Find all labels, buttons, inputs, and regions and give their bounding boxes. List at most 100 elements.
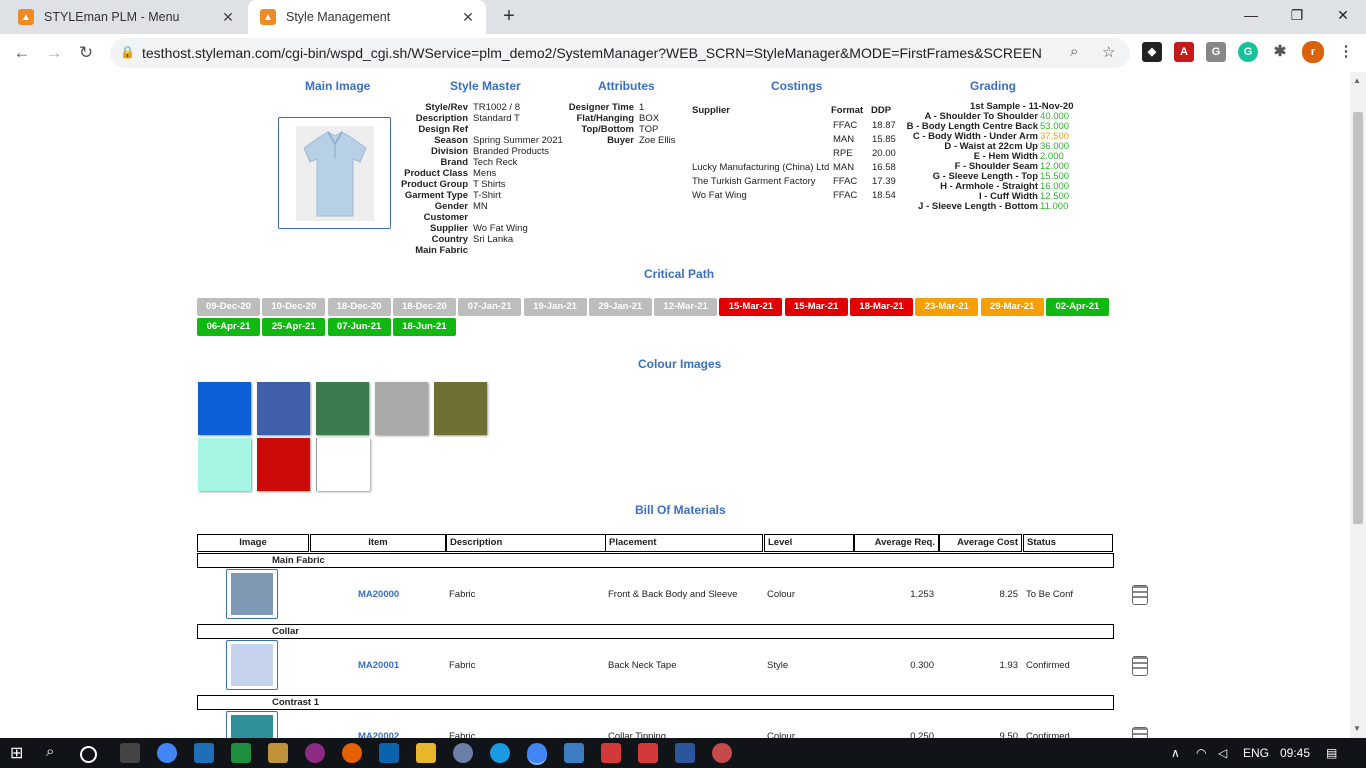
- vivaldi-icon-2[interactable]: [638, 743, 658, 763]
- file-explorer-icon[interactable]: [416, 743, 436, 763]
- new-tab-button[interactable]: +: [498, 5, 520, 27]
- costing-format-link[interactable]: RPE: [833, 148, 853, 159]
- bom-item-link[interactable]: MA20001: [358, 660, 399, 671]
- style-master-value: Mens: [473, 168, 497, 179]
- bom-item-link[interactable]: MA20000: [358, 589, 399, 600]
- chrome-icon[interactable]: [157, 743, 177, 763]
- close-tab-icon[interactable]: ✕: [218, 9, 238, 26]
- word-icon[interactable]: [675, 743, 695, 763]
- outlook-icon[interactable]: [379, 743, 399, 763]
- bom-item-thumbnail[interactable]: [226, 640, 278, 690]
- bom-details-icon[interactable]: [1132, 585, 1148, 605]
- critical-path-milestone[interactable]: 15-Mar-21: [784, 298, 848, 316]
- address-bar[interactable]: 🔒 testhost.styleman.com/cgi-bin/wspd_cgi…: [110, 38, 1130, 68]
- page-scrollbar[interactable]: ▲ ▼: [1350, 72, 1366, 738]
- back-arrow-icon[interactable]: ←: [10, 42, 34, 64]
- app-icon-4[interactable]: [453, 743, 473, 763]
- costing-supplier: Lucky Manufacturing (China) Ltd: [692, 162, 830, 173]
- critical-path-milestone[interactable]: 10-Dec-20: [262, 298, 326, 316]
- vivaldi-icon[interactable]: [601, 743, 621, 763]
- critical-path-milestone[interactable]: 29-Mar-21: [980, 298, 1044, 316]
- critical-path-milestone[interactable]: 23-Mar-21: [915, 298, 979, 316]
- windows-start-icon[interactable]: ⊞: [10, 743, 30, 763]
- bookmark-star-icon[interactable]: ☆: [1102, 43, 1115, 61]
- colour-swatch[interactable]: [198, 382, 251, 435]
- critical-path-milestone[interactable]: 18-Jun-21: [392, 318, 456, 336]
- costing-format-link[interactable]: MAN: [833, 162, 854, 173]
- scrollbar-thumb[interactable]: [1353, 112, 1363, 524]
- bom-details-icon[interactable]: [1132, 656, 1148, 676]
- tray-chevron-icon[interactable]: ∧: [1171, 746, 1180, 760]
- colour-swatch[interactable]: [257, 382, 310, 435]
- extension-pdf-icon[interactable]: A: [1174, 42, 1194, 62]
- search-icon[interactable]: ⌕: [46, 743, 66, 763]
- bom-item-link[interactable]: MA20002: [358, 731, 399, 738]
- bom-item-thumbnail[interactable]: [226, 569, 278, 619]
- critical-path-milestone[interactable]: 09-Dec-20: [197, 298, 260, 316]
- firefox-icon[interactable]: [342, 743, 362, 763]
- colour-swatch[interactable]: [375, 382, 428, 435]
- costing-format-link[interactable]: FFAC: [833, 120, 857, 131]
- main-style-image[interactable]: [278, 117, 391, 229]
- close-window-button[interactable]: ✕: [1320, 0, 1366, 32]
- profile-avatar[interactable]: r: [1302, 41, 1324, 63]
- close-tab-icon[interactable]: ✕: [458, 9, 478, 26]
- colour-swatch[interactable]: [316, 438, 370, 491]
- cortana-icon[interactable]: [80, 746, 97, 763]
- colour-swatch[interactable]: [198, 438, 251, 491]
- extension-g-icon[interactable]: G: [1206, 42, 1226, 62]
- forward-arrow-icon[interactable]: →: [42, 42, 66, 64]
- critical-path-milestone[interactable]: 25-Apr-21: [262, 318, 326, 336]
- app-icon-2[interactable]: [268, 743, 288, 763]
- extension-cat-icon[interactable]: ◆: [1142, 42, 1162, 62]
- bom-item-thumbnail[interactable]: [226, 711, 278, 738]
- task-view-icon[interactable]: [120, 743, 140, 763]
- reload-icon[interactable]: ↻: [74, 42, 98, 64]
- app-icon-5[interactable]: [564, 743, 584, 763]
- costing-format-link[interactable]: FFAC: [833, 190, 857, 201]
- critical-path-milestone[interactable]: 19-Jan-21: [523, 298, 587, 316]
- critical-path-milestone[interactable]: 02-Apr-21: [1045, 298, 1109, 316]
- tab-style-management[interactable]: ▲ Style Management ✕: [248, 0, 486, 34]
- colour-swatch[interactable]: [257, 438, 310, 491]
- restore-button[interactable]: ❐: [1274, 0, 1320, 32]
- minimize-button[interactable]: —: [1228, 0, 1274, 32]
- wifi-icon[interactable]: ◠: [1196, 746, 1206, 760]
- style-master-label: Main Fabric: [415, 245, 468, 256]
- app-icon-3[interactable]: [305, 743, 325, 763]
- clock[interactable]: 09:45: [1280, 746, 1310, 760]
- critical-path-milestone[interactable]: 07-Jun-21: [327, 318, 391, 336]
- volume-icon[interactable]: ◁: [1218, 746, 1227, 760]
- critical-path-milestone[interactable]: 15-Mar-21: [719, 298, 783, 316]
- excel-icon[interactable]: [231, 743, 251, 763]
- browser-tab-strip: ▲ STYLEman PLM - Menu ✕ ▲ Style Manageme…: [0, 0, 1366, 34]
- colour-swatch[interactable]: [316, 382, 369, 435]
- zoom-icon[interactable]: ⌕: [1070, 43, 1078, 60]
- app-icon-6[interactable]: [712, 743, 732, 763]
- extension-grammarly-icon[interactable]: G: [1238, 42, 1258, 62]
- critical-path-milestone[interactable]: 18-Mar-21: [850, 298, 913, 316]
- tab-styleman-menu[interactable]: ▲ STYLEman PLM - Menu ✕: [0, 0, 246, 34]
- url-text[interactable]: testhost.styleman.com/cgi-bin/wspd_cgi.s…: [142, 45, 1042, 61]
- scroll-down-arrow-icon[interactable]: ▼: [1353, 724, 1361, 733]
- extensions-puzzle-icon[interactable]: ✱: [1270, 42, 1290, 62]
- notifications-icon[interactable]: ▤: [1326, 746, 1337, 760]
- costing-format-link[interactable]: FFAC: [833, 176, 857, 187]
- colour-swatch[interactable]: [434, 382, 487, 435]
- critical-path-milestone[interactable]: 18-Dec-20: [327, 298, 391, 316]
- chrome-active-icon[interactable]: [527, 743, 547, 765]
- style-master-label: Description: [415, 113, 468, 124]
- attribute-value: BOX: [639, 113, 660, 124]
- critical-path-milestone[interactable]: 29-Jan-21: [588, 298, 652, 316]
- language-indicator[interactable]: ENG: [1243, 746, 1269, 760]
- scroll-up-arrow-icon[interactable]: ▲: [1353, 76, 1361, 85]
- browser-menu-icon[interactable]: ⋮: [1336, 42, 1356, 62]
- bom-details-icon[interactable]: [1132, 727, 1148, 738]
- critical-path-milestone[interactable]: 07-Jan-21: [458, 298, 522, 316]
- costing-format-link[interactable]: MAN: [833, 134, 854, 145]
- critical-path-milestone[interactable]: 06-Apr-21: [197, 318, 260, 336]
- critical-path-milestone[interactable]: 18-Dec-20: [392, 298, 456, 316]
- critical-path-milestone[interactable]: 12-Mar-21: [654, 298, 718, 316]
- edge-icon[interactable]: [490, 743, 510, 763]
- app-icon-1[interactable]: [194, 743, 214, 763]
